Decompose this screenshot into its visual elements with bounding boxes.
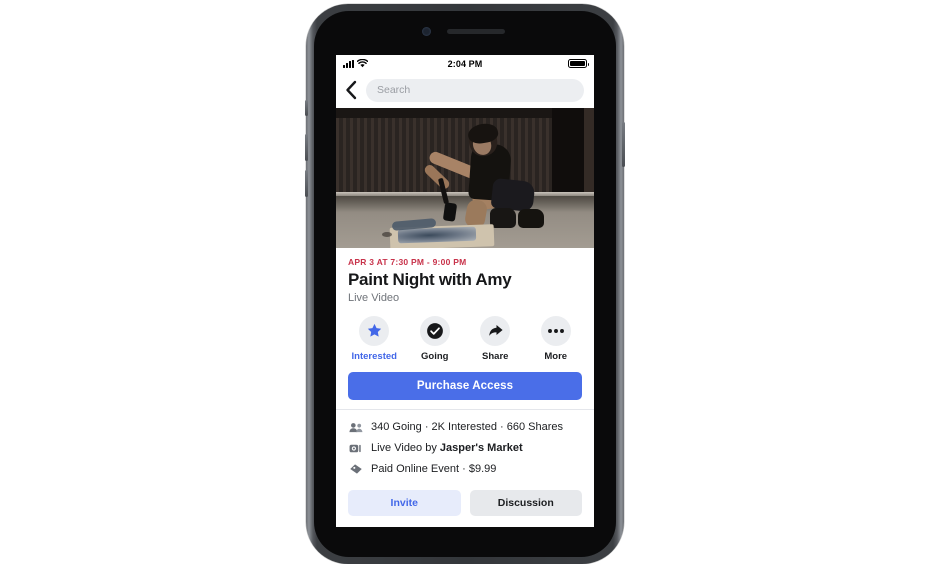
action-going[interactable]: Going xyxy=(408,315,462,362)
photo-paint-drip xyxy=(382,232,392,237)
detail-row-attendance: 340 Going · 2K Interested · 660 Shares xyxy=(348,417,582,438)
event-subtitle: Live Video xyxy=(348,291,400,304)
detail-host-text: Live Video by Jasper's Market xyxy=(371,442,523,454)
phone-device-frame: 2:04 PM Search APR 3 AT 7:30 PM - 9:00 P… xyxy=(305,4,625,564)
event-action-row: Interested Going Share More xyxy=(336,306,594,370)
status-bar: 2:04 PM xyxy=(336,55,594,72)
action-more-label: More xyxy=(544,350,568,362)
action-share-circle xyxy=(480,315,511,346)
detail-row-price: Paid Online Event · $9.99 xyxy=(348,459,582,480)
video-camera-icon xyxy=(348,443,363,454)
volume-down-button[interactable] xyxy=(305,170,308,197)
mute-switch-button[interactable] xyxy=(305,100,308,116)
event-cover-photo[interactable] xyxy=(336,108,594,248)
action-interested[interactable]: Interested xyxy=(347,315,401,362)
action-share-label: Share xyxy=(482,350,509,362)
action-interested-label: Interested xyxy=(351,350,397,362)
detail-price-text: Paid Online Event · $9.99 xyxy=(371,463,497,476)
action-more-circle xyxy=(540,315,571,346)
discussion-button[interactable]: Discussion xyxy=(469,489,582,516)
power-button[interactable] xyxy=(622,122,625,167)
photo-floor-shadow xyxy=(336,196,594,212)
event-detail-list: 340 Going · 2K Interested · 660 Shares L… xyxy=(336,410,594,486)
event-title: Paint Night with Amy xyxy=(348,270,512,289)
detail-host-prefix: Live Video by xyxy=(371,442,440,455)
detail-host-name[interactable]: Jasper's Market xyxy=(440,442,523,454)
people-icon xyxy=(348,422,363,433)
action-interested-circle xyxy=(359,315,390,346)
status-bar-right xyxy=(527,59,589,68)
photo-paintbrush-head xyxy=(442,202,458,222)
status-bar-left xyxy=(343,59,403,68)
invite-button[interactable]: Invite xyxy=(348,489,461,516)
action-more[interactable]: More xyxy=(529,315,583,362)
action-going-label: Going xyxy=(421,350,449,362)
ellipsis-icon xyxy=(547,328,564,333)
photo-figure-boot-left xyxy=(490,208,516,228)
wifi-icon xyxy=(357,59,368,68)
photo-wall-edge xyxy=(584,108,594,194)
purchase-access-button[interactable]: Purchase Access xyxy=(348,371,582,400)
front-camera-icon xyxy=(422,27,431,36)
phone-screen: 2:04 PM Search APR 3 AT 7:30 PM - 9:00 P… xyxy=(336,55,594,527)
battery-full-icon xyxy=(568,59,589,68)
volume-up-button[interactable] xyxy=(305,134,308,161)
check-circle-icon xyxy=(426,322,443,339)
share-arrow-icon xyxy=(489,325,503,336)
action-going-circle xyxy=(419,315,450,346)
event-header: APR 3 AT 7:30 PM - 9:00 PM Paint Night w… xyxy=(336,248,594,306)
search-input[interactable] xyxy=(377,84,573,96)
bottom-button-row: Invite Discussion xyxy=(336,486,594,516)
price-tag-icon xyxy=(348,463,363,475)
detail-row-host: Live Video by Jasper's Market xyxy=(348,438,582,459)
photo-figure-shorts xyxy=(490,177,536,213)
cellular-bars-icon xyxy=(343,59,354,68)
status-bar-clock: 2:04 PM xyxy=(447,58,483,69)
earpiece-speaker xyxy=(447,29,505,34)
cta-wrapper: Purchase Access xyxy=(336,370,594,409)
event-date: APR 3 AT 7:30 PM - 9:00 PM xyxy=(348,257,467,267)
navigation-bar xyxy=(336,72,594,108)
photo-figure-boot-right xyxy=(518,209,544,228)
search-field[interactable] xyxy=(366,78,584,102)
star-icon xyxy=(367,323,381,337)
detail-attendance-text: 340 Going · 2K Interested · 660 Shares xyxy=(371,421,564,434)
back-chevron-icon[interactable] xyxy=(344,80,358,100)
action-share[interactable]: Share xyxy=(468,315,522,362)
